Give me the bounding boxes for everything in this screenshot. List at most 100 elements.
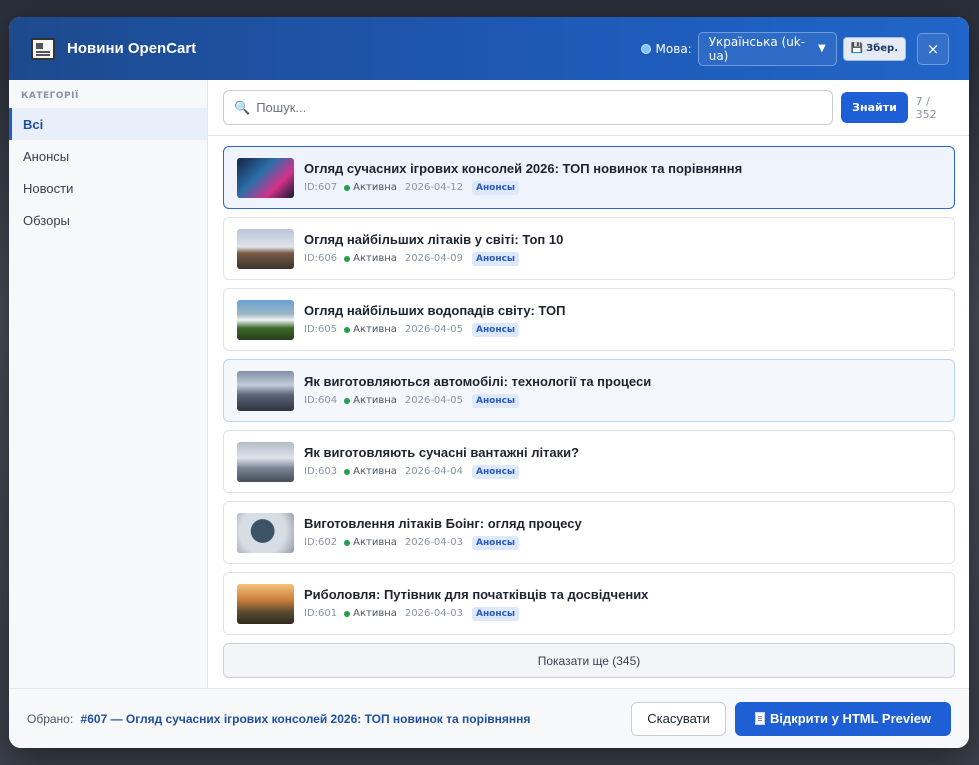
article-meta: ID:606 Активна 2026-04-09 Анонсы — [304, 251, 563, 266]
article-info: Як виготовляють сучасні вантажні літаки?… — [304, 445, 579, 479]
search-icon: 🔍 — [234, 99, 251, 115]
article-category-tag: Анонсы — [472, 251, 520, 266]
article-meta: ID:601 Активна 2026-04-03 Анонсы — [304, 606, 648, 621]
article-id: ID:605 — [304, 324, 338, 335]
article-meta: ID:607 Активна 2026-04-12 Анонсы — [304, 180, 742, 195]
status-dot-icon — [344, 397, 351, 404]
header-controls: Мова: Українська (uk-ua) ▼ 💾 Збер. × — [640, 31, 949, 66]
search-bar: 🔍 Пошук... Знайти 7 / 352 — [208, 80, 969, 136]
article-title: Риболовля: Путівник для початківців та д… — [304, 586, 649, 602]
article-status: Активна — [353, 182, 397, 193]
article-meta: ID:605 Активна 2026-04-05 Анонсы — [304, 322, 565, 337]
article-title: Як виготовляють сучасні вантажні літаки? — [304, 444, 580, 460]
selection-label: Обрано: — [27, 711, 74, 726]
language-select-value: Українська (uk-ua) — [708, 34, 806, 63]
open-html-preview-button[interactable]: Відкрити у HTML Preview — [735, 701, 951, 736]
article-info: Огляд найбільших водопадів світу: ТОП ID… — [304, 303, 565, 337]
modal-header: Новини OpenCart Мова: Українська (uk-ua)… — [9, 17, 969, 80]
article-category-tag: Анонсы — [472, 322, 520, 337]
article-status: Активна — [353, 324, 397, 335]
language-label: Мова: — [655, 41, 692, 56]
article-thumbnail — [237, 299, 294, 340]
article-title: Виготовлення літаків Боінг: огляд процес… — [304, 515, 582, 531]
article-id: ID:604 — [304, 395, 338, 406]
close-icon: × — [926, 39, 940, 58]
article-category-tag: Анонсы — [472, 606, 520, 621]
article-id: ID:601 — [304, 608, 338, 619]
article-status: Активна — [353, 253, 397, 264]
article-category-tag: Анонсы — [472, 393, 520, 408]
article-date: 2026-04-05 — [404, 324, 463, 335]
article-status: Активна — [353, 537, 397, 548]
selection-summary: Обрано: #607 — Огляд сучасних ігрових ко… — [27, 712, 530, 726]
category-sidebar: КАТЕГОРІЇ Всі Анонсы Новости Обзоры — [9, 80, 208, 688]
language-select[interactable]: Українська (uk-ua) ▼ — [697, 31, 837, 66]
status-dot-icon — [344, 184, 351, 191]
floppy-disk-icon: 💾 — [850, 43, 864, 54]
article-thumbnail — [237, 512, 294, 553]
article-meta: ID:602 Активна 2026-04-03 Анонсы — [304, 535, 582, 550]
article-id: ID:602 — [304, 537, 338, 548]
article-date: 2026-04-09 — [404, 253, 463, 264]
save-button[interactable]: 💾 Збер. — [842, 36, 906, 61]
article-meta: ID:603 Активна 2026-04-04 Анонсы — [304, 464, 579, 479]
article-title: Огляд сучасних ігрових консолей 2026: ТО… — [304, 160, 743, 176]
article-date: 2026-04-12 — [404, 182, 463, 193]
chevron-down-icon: ▼ — [818, 43, 826, 54]
status-dot-icon — [344, 468, 351, 475]
article-id: ID:607 — [304, 182, 338, 193]
article-thumbnail — [237, 228, 294, 269]
sidebar-heading: КАТЕГОРІЇ — [21, 91, 79, 101]
newspaper-icon — [31, 37, 55, 60]
status-dot-icon — [344, 326, 351, 333]
article-category-tag: Анонсы — [472, 180, 520, 195]
search-placeholder: Пошук... — [256, 100, 307, 115]
document-icon — [754, 712, 765, 725]
article-item[interactable]: Виготовлення літаків Боінг: огляд процес… — [223, 501, 955, 564]
selection-value: #607 — Огляд сучасних ігрових консолей 2… — [80, 711, 531, 726]
show-more-button[interactable]: Показати ще (345) — [223, 643, 955, 678]
article-id: ID:606 — [304, 253, 338, 264]
article-title: Огляд найбільших літаків у світі: Топ 10 — [304, 231, 564, 247]
article-item[interactable]: Як виготовляють сучасні вантажні літаки?… — [223, 430, 955, 493]
article-date: 2026-04-05 — [404, 395, 463, 406]
article-thumbnail — [237, 370, 294, 411]
modal-title: Новини OpenCart — [67, 40, 197, 57]
article-item[interactable]: Як виготовляються автомобілі: технології… — [223, 359, 955, 422]
article-category-tag: Анонсы — [472, 535, 520, 550]
article-item[interactable]: Огляд сучасних ігрових консолей 2026: ТО… — [223, 146, 955, 209]
article-info: Огляд сучасних ігрових консолей 2026: ТО… — [304, 161, 742, 195]
article-status: Активна — [353, 608, 397, 619]
modal-footer: Обрано: #607 — Огляд сучасних ігрових ко… — [9, 688, 969, 748]
search-input[interactable]: 🔍 Пошук... — [223, 90, 834, 125]
cancel-button[interactable]: Скасувати — [631, 701, 726, 736]
article-thumbnail — [237, 157, 294, 198]
result-count: 7 / 352 — [915, 94, 937, 121]
article-date: 2026-04-04 — [404, 466, 463, 477]
news-picker-modal: Новини OpenCart Мова: Українська (uk-ua)… — [9, 17, 969, 748]
open-button-label: Відкрити у HTML Preview — [769, 711, 932, 726]
article-title: Як виготовляються автомобілі: технології… — [304, 373, 652, 389]
sidebar-item-all[interactable]: Всі — [9, 108, 207, 140]
article-item[interactable]: Риболовля: Путівник для початківців та д… — [223, 572, 955, 635]
article-date: 2026-04-03 — [404, 537, 463, 548]
article-title: Огляд найбільших водопадів світу: ТОП — [304, 302, 566, 318]
search-button[interactable]: Знайти — [841, 92, 908, 123]
article-thumbnail — [237, 583, 294, 624]
article-id: ID:603 — [304, 466, 338, 477]
article-info: Огляд найбільших літаків у світі: Топ 10… — [304, 232, 563, 266]
article-meta: ID:604 Активна 2026-04-05 Анонсы — [304, 393, 651, 408]
status-dot-icon — [344, 539, 351, 546]
article-item[interactable]: Огляд найбільших літаків у світі: Топ 10… — [223, 217, 955, 280]
article-list: Огляд сучасних ігрових консолей 2026: ТО… — [208, 136, 969, 678]
sidebar-item-reviews[interactable]: Обзоры — [9, 204, 207, 236]
article-status: Активна — [353, 466, 397, 477]
article-status: Активна — [353, 395, 397, 406]
sidebar-item-announcements[interactable]: Анонсы — [9, 140, 207, 172]
article-info: Виготовлення літаків Боінг: огляд процес… — [304, 516, 582, 550]
status-dot-icon — [344, 610, 351, 617]
article-item[interactable]: Огляд найбільших водопадів світу: ТОП ID… — [223, 288, 955, 351]
article-panel: 🔍 Пошук... Знайти 7 / 352 Огляд сучасних… — [208, 80, 969, 688]
sidebar-item-news[interactable]: Новости — [9, 172, 207, 204]
close-button[interactable]: × — [917, 32, 949, 65]
